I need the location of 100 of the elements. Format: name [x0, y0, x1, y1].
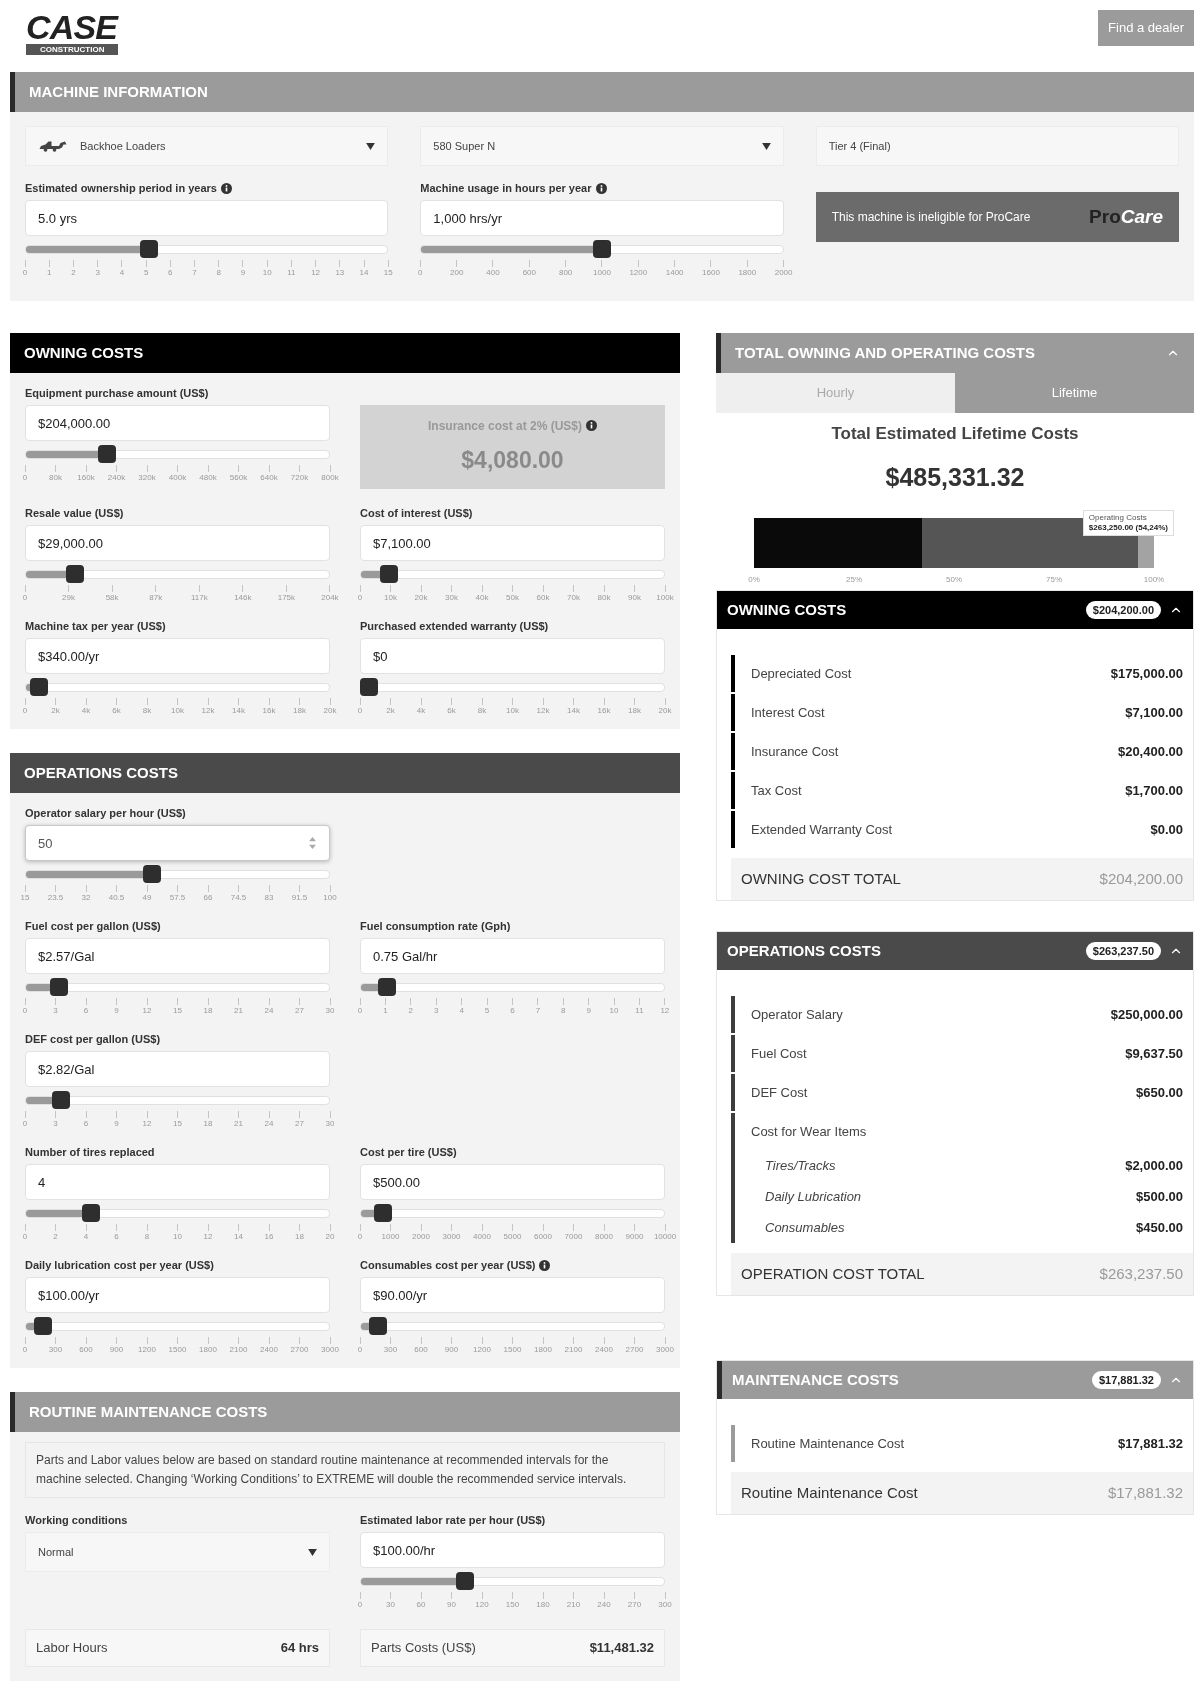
dropdown[interactable]: 580 Super N — [420, 126, 784, 166]
section-header: OPERATIONS COSTS — [10, 753, 680, 793]
procare-logo: ProCare — [1089, 204, 1163, 229]
tick-label: 11 — [287, 269, 296, 277]
input-field[interactable]: $2.82/Gal — [25, 1051, 330, 1087]
dropdown[interactable]: Backhoe Loaders — [25, 126, 389, 166]
marker-bar — [731, 772, 735, 809]
tick-label: 7000 — [564, 1233, 583, 1241]
input-field[interactable]: $340.00/yr — [25, 638, 330, 674]
slider[interactable] — [25, 565, 330, 583]
tick-label: 180 — [536, 1601, 550, 1609]
cost-value: $20,400.00 — [1117, 742, 1183, 761]
tick-label: 1800 — [199, 1346, 217, 1354]
cost-label: Operator Salary — [751, 1005, 843, 1024]
tick-label: 2 — [53, 1233, 58, 1241]
input-field[interactable]: 0.75 Gal/hr — [360, 938, 665, 974]
slider[interactable] — [360, 1204, 665, 1222]
tick-label: 3000 — [442, 1233, 461, 1241]
slider[interactable] — [25, 1317, 330, 1335]
tick-label: 0 — [357, 1601, 363, 1609]
tick-label: 66 — [203, 894, 213, 902]
section-header: MACHINE INFORMATION — [10, 72, 1194, 112]
input-field[interactable]: 5.0 yrs — [25, 200, 389, 236]
tick-label: 2 — [408, 1007, 414, 1015]
slider[interactable] — [25, 978, 330, 996]
axis-tick-label: 0% — [748, 575, 760, 584]
tick-label: 0 — [22, 1007, 28, 1015]
tick-label: 15 — [173, 1007, 182, 1015]
tick-label: 120 — [475, 1601, 489, 1609]
input-field[interactable]: $500.00 — [360, 1164, 665, 1200]
input-field[interactable]: $7,100.00 — [360, 525, 665, 561]
slider[interactable] — [25, 445, 330, 463]
input-field[interactable]: $0 — [360, 638, 665, 674]
tick-label: 300 — [48, 1346, 63, 1354]
input-field[interactable]: 4 — [25, 1164, 330, 1200]
slider[interactable] — [25, 1091, 330, 1109]
cost-label: Daily Lubrication — [765, 1187, 862, 1206]
tick-label: 9 — [114, 1007, 119, 1015]
tick-label: 0 — [22, 1120, 28, 1128]
tick-label: 600 — [79, 1346, 93, 1354]
info-icon[interactable] — [220, 182, 232, 194]
marker-bar — [731, 733, 735, 770]
slider[interactable] — [360, 678, 665, 696]
tick-label: 600 — [522, 269, 536, 277]
section-title: OPERATIONS COSTS — [727, 940, 882, 961]
slider[interactable] — [360, 1572, 665, 1590]
tick-label: 30k — [445, 594, 458, 602]
tick-label: 2700 — [290, 1346, 309, 1354]
tick-label: 60 — [416, 1601, 426, 1609]
tick-label: 6k — [447, 707, 456, 715]
slider[interactable] — [420, 240, 784, 258]
tick-label: 2k — [386, 707, 395, 715]
stat-label: Labor Hours — [36, 1639, 108, 1658]
tick-label: 0 — [22, 1233, 28, 1241]
slider[interactable] — [360, 565, 665, 583]
tick-label: 9 — [240, 269, 246, 277]
number-field[interactable]: 50 — [25, 825, 330, 861]
info-icon[interactable] — [595, 182, 607, 194]
tick-label: 146k — [234, 594, 252, 602]
slider[interactable] — [360, 978, 665, 996]
tick-label: 14 — [359, 269, 369, 277]
input-field[interactable]: $100.00/yr — [25, 1277, 330, 1313]
slider[interactable] — [25, 865, 330, 883]
cost-label: Tires/Tracks — [765, 1156, 836, 1175]
tick-label: 16 — [264, 1233, 274, 1241]
slider[interactable] — [360, 1317, 665, 1335]
tick-label: 30 — [325, 1120, 335, 1128]
input-field[interactable]: $90.00/yr — [360, 1277, 665, 1313]
tick-label: 3 — [53, 1007, 58, 1015]
total-badge: $17,881.32 — [1091, 1370, 1161, 1390]
input-field[interactable]: $100.00/hr — [360, 1532, 665, 1568]
axis-tick-label: 25% — [846, 575, 862, 584]
input-field[interactable]: $204,000.00 — [25, 405, 330, 441]
slider[interactable] — [25, 678, 330, 696]
info-icon[interactable] — [586, 420, 598, 432]
tick-label: 20k — [414, 594, 428, 602]
slider[interactable] — [25, 1204, 330, 1222]
slider[interactable] — [25, 240, 389, 258]
tick-label: 8000 — [595, 1233, 613, 1241]
cost-label: Consumables — [765, 1218, 845, 1237]
cost-value: $450.00 — [1136, 1218, 1183, 1237]
caret-icon — [308, 1548, 317, 1556]
tick-label: 4000 — [473, 1233, 491, 1241]
cost-label: Interest Cost — [751, 703, 825, 722]
info-icon[interactable] — [539, 1259, 551, 1271]
tick-label: 240k — [107, 474, 126, 482]
backhoe-icon — [38, 140, 68, 152]
field-label: Cost of interest (US$) — [360, 505, 473, 521]
dropdown[interactable]: Normal — [25, 1532, 330, 1572]
tick-label: 20k — [323, 707, 337, 715]
total-label: OWNING COST TOTAL — [741, 868, 901, 889]
tooltip-title: Operating Costs — [1088, 513, 1148, 523]
tick-label: 12 — [142, 1007, 152, 1015]
tick-label: 8 — [561, 1007, 566, 1015]
input-field[interactable]: $2.57/Gal — [25, 938, 330, 974]
tick-label: 32 — [81, 894, 91, 902]
tick-label: 16k — [262, 707, 276, 715]
input-field[interactable]: $29,000.00 — [25, 525, 330, 561]
input-field[interactable]: 1,000 hrs/yr — [420, 200, 784, 236]
tick-label: 200 — [450, 269, 464, 277]
